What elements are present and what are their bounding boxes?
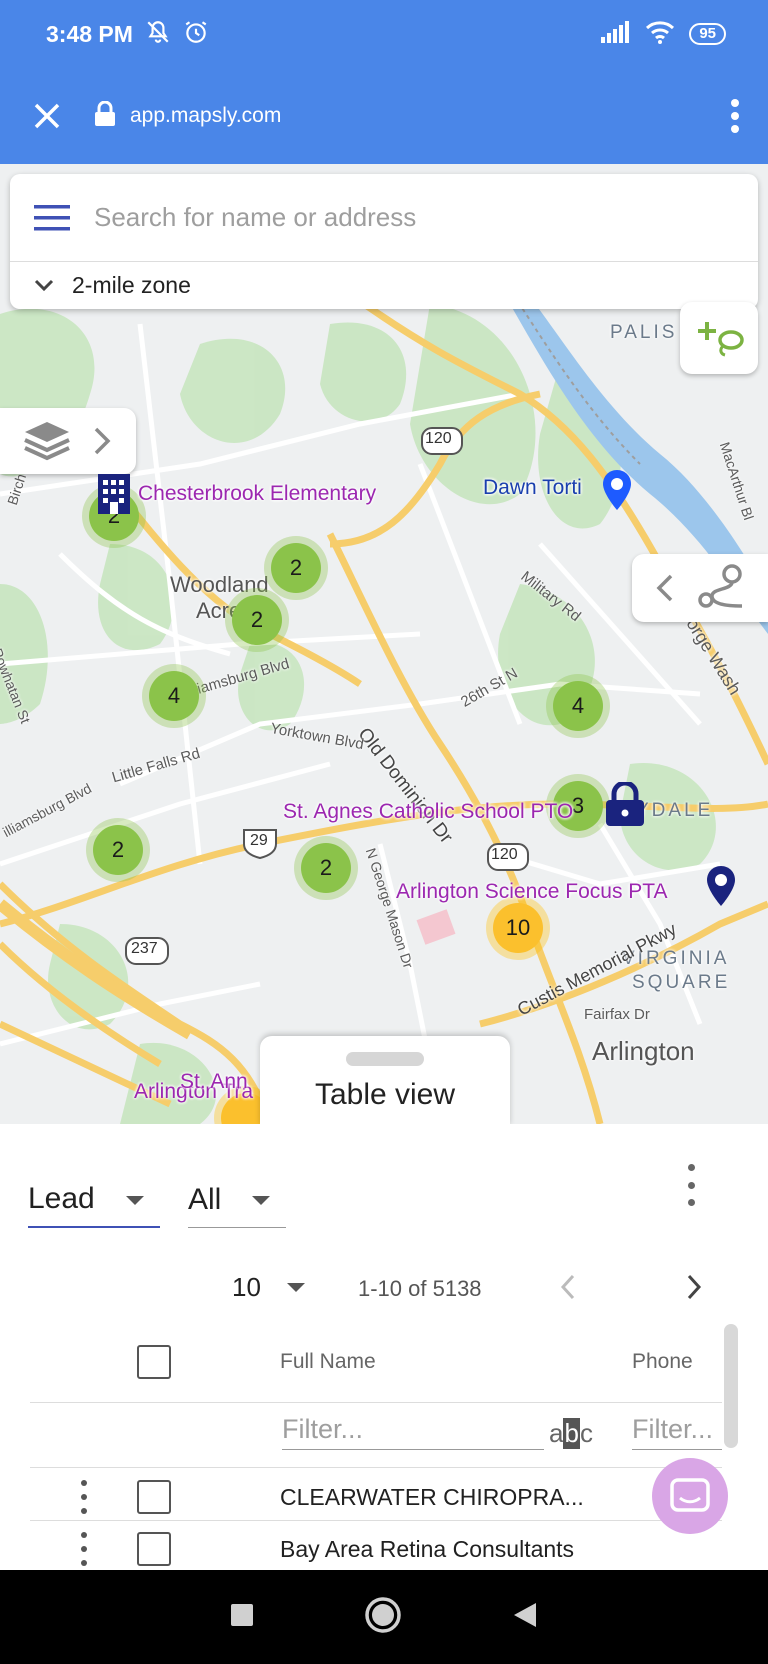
place-label[interactable]: St. Agnes Catholic School PTO xyxy=(283,800,573,824)
page-range-text: 1-10 of 5138 xyxy=(358,1276,482,1301)
home-icon[interactable] xyxy=(364,1596,402,1639)
place-label[interactable]: St. Ann xyxy=(180,1070,248,1094)
column-header-full-name[interactable]: Full Name xyxy=(280,1350,376,1374)
search-card: 2-mile zone xyxy=(10,174,758,309)
lock-marker-icon[interactable] xyxy=(604,780,646,833)
route-120-label: 120 xyxy=(491,846,518,863)
map-cluster[interactable]: 4 xyxy=(142,664,206,728)
map-cluster[interactable]: 2 xyxy=(86,818,150,882)
map-cluster[interactable]: 4 xyxy=(546,674,610,738)
mute-icon xyxy=(145,19,171,50)
browser-toolbar: app.mapsly.com xyxy=(0,68,768,164)
recent-apps-icon[interactable] xyxy=(230,1603,254,1632)
location-pin-icon[interactable] xyxy=(704,864,738,913)
view-filter-value: All xyxy=(188,1182,222,1216)
map-cluster[interactable]: 2 xyxy=(225,588,289,652)
location-pin-icon[interactable] xyxy=(600,468,634,517)
next-page-icon[interactable] xyxy=(682,1272,706,1308)
cluster-count: 2 xyxy=(232,595,282,645)
zone-label: 2-mile zone xyxy=(72,271,191,298)
route-button[interactable] xyxy=(632,554,768,622)
cluster-count: 4 xyxy=(553,681,603,731)
text-type-icon: abc xyxy=(549,1418,593,1449)
phone-filter-input[interactable]: Filter... xyxy=(632,1414,722,1450)
layers-icon xyxy=(24,422,70,461)
area-label: SQUARE xyxy=(632,972,731,993)
chat-icon xyxy=(670,1478,710,1512)
battery-icon: 95 xyxy=(689,23,726,45)
pagination: 10 1-10 of 5138 xyxy=(0,1272,768,1312)
cluster-count: 10 xyxy=(493,903,543,953)
place-label[interactable]: Chesterbrook Elementary xyxy=(138,482,376,506)
chevron-down-icon xyxy=(34,272,54,299)
add-lasso-button[interactable] xyxy=(680,302,758,374)
full-name-filter-input[interactable]: Filter... xyxy=(282,1414,544,1450)
object-type-value: Lead xyxy=(28,1182,95,1215)
more-vert-icon[interactable] xyxy=(702,68,768,164)
dropdown-arrow-icon xyxy=(126,1196,144,1205)
row-full-name[interactable]: Bay Area Retina Consultants xyxy=(280,1536,574,1563)
route-237-label: 237 xyxy=(131,940,158,957)
prev-page-icon[interactable] xyxy=(556,1272,580,1308)
abc-letter: c xyxy=(579,1418,593,1448)
cluster-count: 4 xyxy=(149,671,199,721)
row-full-name[interactable]: CLEARWATER CHIROPRA... xyxy=(280,1484,584,1511)
address-bar[interactable]: app.mapsly.com xyxy=(94,100,282,132)
dropdown-arrow-icon xyxy=(286,1283,305,1292)
cluster-count: 2 xyxy=(301,843,351,893)
page-size-value: 10 xyxy=(232,1272,261,1302)
building-marker-icon[interactable] xyxy=(96,472,132,521)
scrollbar-thumb[interactable] xyxy=(724,1324,738,1448)
route-120-label: 120 xyxy=(425,430,452,447)
chevron-left-icon xyxy=(656,574,673,602)
status-time: 3:48 PM xyxy=(46,20,133,47)
lock-icon xyxy=(94,100,116,132)
row-menu-icon[interactable] xyxy=(79,1532,89,1566)
wifi-icon xyxy=(645,20,675,49)
place-label[interactable]: Arlington Science Focus PTA xyxy=(396,880,668,904)
drag-handle[interactable] xyxy=(346,1052,424,1066)
signal-icon xyxy=(601,20,631,48)
chat-launcher-button[interactable] xyxy=(652,1458,728,1534)
system-nav-bar xyxy=(0,1570,768,1664)
street-label: Fairfax Dr xyxy=(584,1006,650,1023)
abc-letter: a xyxy=(549,1418,564,1448)
hamburger-menu-icon[interactable] xyxy=(10,174,94,262)
route-icon xyxy=(698,564,743,608)
dropdown-arrow-icon xyxy=(252,1196,270,1205)
lasso-add-icon xyxy=(698,322,744,357)
url-text: app.mapsly.com xyxy=(130,104,282,127)
cluster-count: 2 xyxy=(93,825,143,875)
map-view[interactable]: 120 120 29 237 Woodland Acres PALIS YDAL… xyxy=(0,164,768,1124)
route-29-label: 29 xyxy=(250,832,268,849)
chevron-right-icon xyxy=(94,427,111,455)
row-checkbox[interactable] xyxy=(137,1480,171,1514)
status-bar: 3:48 PM 95 xyxy=(0,0,768,68)
table-view-tab[interactable]: Table view xyxy=(260,1036,510,1124)
map-cluster[interactable]: 2 xyxy=(294,836,358,900)
row-menu-icon[interactable] xyxy=(79,1480,89,1514)
page-size-select[interactable]: 10 xyxy=(232,1272,305,1303)
area-label: Arlington xyxy=(592,1036,695,1066)
map-cluster[interactable]: 10 xyxy=(486,896,550,960)
zone-selector[interactable]: 2-mile zone xyxy=(10,262,758,308)
layers-button[interactable] xyxy=(0,408,136,474)
table-view-label: Table view xyxy=(314,1078,456,1111)
area-label: PALIS xyxy=(610,322,678,343)
area-label: YDALE xyxy=(636,800,714,821)
search-input[interactable] xyxy=(94,202,694,233)
column-header-phone[interactable]: Phone xyxy=(632,1350,693,1374)
alarm-icon xyxy=(183,19,209,50)
back-icon[interactable] xyxy=(512,1601,538,1634)
map-cluster[interactable]: 2 xyxy=(264,536,328,600)
view-filter-select[interactable]: All xyxy=(188,1172,286,1228)
select-all-checkbox[interactable] xyxy=(137,1345,171,1379)
row-checkbox[interactable] xyxy=(137,1532,171,1566)
abc-letter: b xyxy=(563,1418,580,1449)
cluster-count: 2 xyxy=(271,543,321,593)
object-type-select[interactable]: Lead xyxy=(28,1172,160,1228)
place-label[interactable]: Dawn Torti xyxy=(483,476,582,500)
panel-more-icon[interactable] xyxy=(680,1160,702,1210)
close-icon[interactable] xyxy=(0,68,94,164)
